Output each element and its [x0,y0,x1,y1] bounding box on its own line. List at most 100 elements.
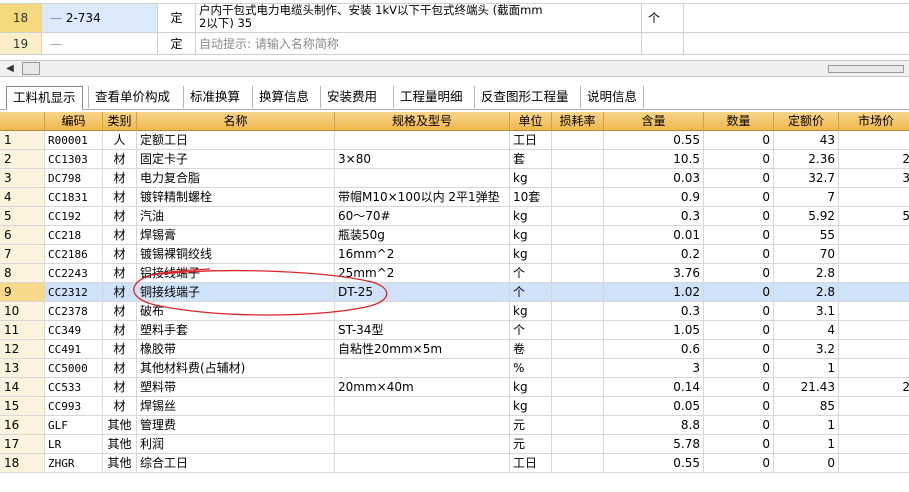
unit-cell[interactable]: 个 [510,321,552,340]
content-cell[interactable]: 3.76 [604,264,704,283]
table-row[interactable]: 11 CC349 材塑料手套 ST-34型个 1.05 0 4 [0,321,909,340]
tab-conversion-info[interactable]: 换算信息 [252,86,315,108]
table-row[interactable]: 1 R00001 人定额工日 工日 0.55 0 43 [0,131,909,150]
spec-cell[interactable]: 自粘性20mm×5m [335,340,510,359]
quantity-cell[interactable]: 0 [704,321,774,340]
content-cell[interactable]: 10.5 [604,150,704,169]
name-cell[interactable]: 焊锡丝 [137,397,335,416]
spec-cell[interactable]: 带帽M10×100以内 2平1弹垫 [335,188,510,207]
content-cell[interactable]: 0.55 [604,454,704,473]
loss-rate-cell[interactable] [552,454,604,473]
spec-cell[interactable] [335,454,510,473]
category-cell[interactable]: 人 [103,131,137,150]
spec-cell[interactable] [335,302,510,321]
loss-rate-cell[interactable] [552,321,604,340]
tab-unit-price-composition[interactable]: 查看单价构成 [88,86,176,108]
unit-cell[interactable]: 元 [510,416,552,435]
quantity-cell[interactable]: 0 [704,378,774,397]
content-cell[interactable]: 5.78 [604,435,704,454]
table-row[interactable]: 9 CC2312 材铜接线端子 DT-25 个 1.02 0 2.8 [0,283,909,302]
code-cell[interactable]: CC533 [45,378,103,397]
loss-rate-cell[interactable] [552,416,604,435]
spec-cell[interactable]: 20mm×40m [335,378,510,397]
name-cell[interactable]: 固定卡子 [137,150,335,169]
quota-price-cell[interactable]: 3.2 [774,340,839,359]
category-cell[interactable]: 材 [103,150,137,169]
market-price-cell[interactable] [839,321,909,340]
code-cell[interactable]: GLF [45,416,103,435]
spec-cell[interactable] [335,397,510,416]
name-cell[interactable]: 镀锌精制螺栓 [137,188,335,207]
category-cell[interactable]: 材 [103,169,137,188]
unit-cell[interactable]: 个 [510,283,552,302]
market-price-cell[interactable]: 2 [839,150,909,169]
header-code[interactable]: 编码 [45,112,103,131]
table-row[interactable]: 7 CC2186 材镀锡裸铜绞线 16mm^2 kg 0.2 0 70 [0,245,909,264]
loss-rate-cell[interactable] [552,397,604,416]
loss-rate-cell[interactable] [552,207,604,226]
table-row[interactable]: 15 CC993 材焊锡丝 kg 0.05 0 85 [0,397,909,416]
quantity-cell[interactable]: 0 [704,283,774,302]
quota-name[interactable]: 户内干包式电力电缆头制作、安装 1kV以下干包式终端头 (截面mm 2以下) 3… [196,4,642,33]
quantity-cell[interactable]: 0 [704,340,774,359]
unit-cell[interactable]: kg [510,245,552,264]
quantity-cell[interactable]: 0 [704,264,774,283]
unit-cell[interactable]: 10套 [510,188,552,207]
spec-cell[interactable] [335,359,510,378]
category-cell[interactable]: 材 [103,397,137,416]
category-cell[interactable]: 其他 [103,416,137,435]
tab-quantity-detail[interactable]: 工程量明细 [393,86,469,108]
quota-price-cell[interactable]: 1 [774,435,839,454]
content-cell[interactable]: 0.3 [604,302,704,321]
quota-price-cell[interactable]: 0 [774,454,839,473]
market-price-cell[interactable] [839,302,909,321]
unit-cell[interactable]: 套 [510,150,552,169]
content-cell[interactable]: 0.01 [604,226,704,245]
header-spec[interactable]: 规格及型号 [335,112,510,131]
loss-rate-cell[interactable] [552,302,604,321]
quota-price-cell[interactable]: 5.92 [774,207,839,226]
quantity-cell[interactable]: 0 [704,435,774,454]
header-unit[interactable]: 单位 [510,112,552,131]
code-cell[interactable]: LR [45,435,103,454]
quantity-cell[interactable]: 0 [704,359,774,378]
market-price-cell[interactable] [839,416,909,435]
quota-price-cell[interactable]: 7 [774,188,839,207]
header-quantity[interactable]: 数量 [704,112,774,131]
content-cell[interactable]: 3 [604,359,704,378]
tab-reverse-graphic-quantity[interactable]: 反查图形工程量 [474,86,575,108]
splitter-handle[interactable] [828,65,904,73]
name-cell[interactable]: 定额工日 [137,131,335,150]
category-cell[interactable]: 材 [103,378,137,397]
unit-cell[interactable]: kg [510,378,552,397]
name-cell[interactable]: 管理费 [137,416,335,435]
loss-rate-cell[interactable] [552,283,604,302]
spec-cell[interactable] [335,435,510,454]
unit-cell[interactable]: 工日 [510,131,552,150]
tab-installation-cost[interactable]: 安装费用 [320,86,383,108]
loss-rate-cell[interactable] [552,264,604,283]
code-cell[interactable]: CC1831 [45,188,103,207]
quantity-cell[interactable]: 0 [704,150,774,169]
scroll-left-arrow-icon[interactable]: ◀ [4,63,16,75]
name-cell[interactable]: 焊锡膏 [137,226,335,245]
table-row[interactable]: 18 ZHGR 其他 综合工日 工日 0.55 0 0 [0,454,909,473]
header-loss-rate[interactable]: 损耗率 [552,112,604,131]
category-cell[interactable]: 材 [103,359,137,378]
header-category[interactable]: 类别 [103,112,137,131]
loss-rate-cell[interactable] [552,435,604,454]
code-cell[interactable]: CC2312 [45,283,103,302]
content-cell[interactable]: 1.05 [604,321,704,340]
category-cell[interactable]: 其他 [103,454,137,473]
unit-cell[interactable]: 个 [510,264,552,283]
unit-cell[interactable]: % [510,359,552,378]
loss-rate-cell[interactable] [552,188,604,207]
category-cell[interactable]: 材 [103,264,137,283]
horizontal-scrollbar[interactable]: ◀ [0,60,909,77]
quantity-cell[interactable]: 0 [704,245,774,264]
code-cell[interactable]: R00001 [45,131,103,150]
market-price-cell[interactable] [839,397,909,416]
unit-cell[interactable]: kg [510,302,552,321]
quota-price-cell[interactable]: 1 [774,416,839,435]
autocomplete-hint[interactable]: 自动提示: 请输入名称简称 [196,33,642,55]
